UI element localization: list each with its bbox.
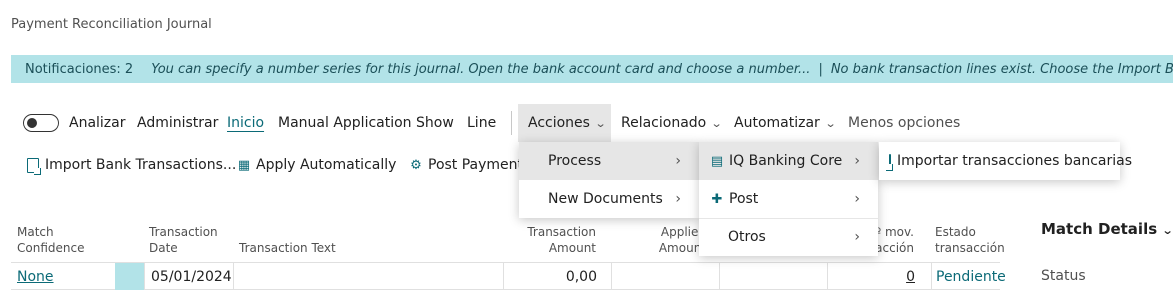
chevron-down-icon: ⌄ — [594, 116, 607, 130]
match-details-title[interactable]: Match Details ⌄ — [1041, 220, 1173, 238]
header-match-confidence-line1: Match — [17, 225, 54, 239]
menu-item-post-label: Post — [729, 191, 759, 207]
tab-manual-application[interactable]: Manual Application — [278, 104, 412, 142]
cell-transaction-date[interactable]: 05/01/2024 — [144, 263, 233, 290]
notification-message-1[interactable]: You can specify a number series for this… — [151, 62, 810, 77]
header-transaction-amount-line2: Amount — [548, 241, 596, 255]
chevron-right-icon: › — [854, 153, 860, 169]
action-bar: Analizar Administrar Inicio Manual Appli… — [0, 104, 1173, 142]
menu-item-iq-banking-core[interactable]: ▤ IQ Banking Core › — [699, 142, 878, 180]
apply-automatically-button[interactable]: ▦ Apply Automatically — [236, 146, 397, 184]
cell-transaction-amount[interactable]: 0,00 — [503, 263, 611, 290]
chevron-down-icon: ⌄ — [1161, 224, 1173, 237]
header-match-confidence[interactable]: Match Confidence — [17, 224, 84, 256]
menu-item-otros[interactable]: Otros › — [699, 218, 878, 256]
mov-transaccion-link[interactable]: 0 — [906, 269, 915, 285]
cell-estado[interactable]: Pendiente — [931, 263, 1006, 290]
tab-inicio[interactable]: Inicio — [227, 104, 264, 142]
process-submenu: ▤ IQ Banking Core › ✚ Post › Otros › — [699, 142, 878, 256]
post-payments-button[interactable]: ⚙ Post Payments — [408, 146, 530, 184]
document-import-icon — [886, 153, 893, 171]
acciones-menu: Process › New Documents › — [519, 142, 699, 218]
cell-match-confidence[interactable]: None — [17, 263, 54, 290]
chevron-right-icon: › — [675, 153, 681, 169]
cell-transaction-text[interactable] — [233, 263, 503, 290]
header-estado-transaccion-line1: Estado — [935, 225, 976, 239]
import-bank-transactions-label: Import Bank Transactions... — [45, 157, 237, 173]
tab-line[interactable]: Line — [467, 104, 496, 142]
header-transaction-amount[interactable]: Transaction Amount — [505, 224, 596, 256]
header-estado-transaccion[interactable]: Estado transacción — [935, 224, 1005, 256]
tab-show[interactable]: Show — [416, 104, 454, 142]
header-applied-amount[interactable]: Applied Amount — [612, 224, 706, 256]
menu-item-importar-transacciones[interactable]: Importar transacciones bancarias — [879, 142, 1132, 180]
header-transaction-date-line2: Date — [149, 241, 178, 255]
status-label: Status — [1041, 268, 1086, 284]
match-confidence-link[interactable]: None — [17, 269, 54, 285]
cell-applied-amount[interactable] — [611, 263, 719, 290]
header-estado-transaccion-line2: transacción — [935, 241, 1005, 255]
header-applied-amount-line2: Amount — [658, 241, 706, 255]
chevron-right-icon: › — [854, 229, 860, 245]
menu-relacionado[interactable]: Relacionado ⌄ — [621, 104, 723, 142]
chevron-right-icon: › — [675, 191, 681, 207]
notification-bar[interactable]: Notificaciones: 2 You can specify a numb… — [11, 55, 1173, 83]
notification-separator: | — [818, 61, 823, 77]
menu-item-process[interactable]: Process › — [519, 142, 699, 180]
menu-item-importar-transacciones-label: Importar transacciones bancarias — [897, 153, 1133, 169]
header-applied-amount-line1: Applied — [660, 225, 706, 239]
table-row[interactable]: None 05/01/2024 0,00 0 Pendiente — [11, 262, 1006, 290]
import-bank-transactions-button[interactable]: Import Bank Transactions... — [27, 146, 236, 184]
menu-item-otros-label: Otros — [728, 229, 766, 245]
cell-mov-transaccion[interactable]: 0 — [827, 263, 931, 290]
menu-item-new-documents[interactable]: New Documents › — [519, 180, 699, 218]
analyze-toggle[interactable] — [23, 114, 59, 132]
header-match-confidence-line2: Confidence — [17, 241, 85, 255]
menu-automatizar-label: Automatizar — [734, 115, 820, 131]
menu-relacionado-label: Relacionado — [621, 115, 707, 131]
header-transaction-date[interactable]: Transaction Date — [149, 224, 218, 256]
menu-automatizar[interactable]: Automatizar ⌄ — [734, 104, 837, 142]
match-icon: ▦ — [237, 157, 251, 173]
post-payments-icon: ⚙ — [410, 157, 422, 173]
menu-item-process-label: Process — [548, 153, 602, 169]
menu-acciones[interactable]: Acciones ⌄ — [528, 104, 607, 142]
tab-administrar[interactable]: Administrar — [137, 104, 218, 142]
post-payments-label: Post Payments — [428, 157, 531, 173]
apply-automatically-label: Apply Automatically — [256, 157, 397, 173]
row-selector[interactable] — [115, 263, 144, 290]
menu-item-new-documents-label: New Documents — [548, 191, 663, 207]
chevron-down-icon: ⌄ — [824, 116, 837, 130]
menu-item-post[interactable]: ✚ Post › — [699, 180, 878, 218]
menu-acciones-label: Acciones — [528, 115, 590, 131]
actionbar-divider — [511, 111, 512, 135]
header-transaction-date-line1: Transaction — [149, 225, 218, 239]
match-details-label: Match Details — [1041, 220, 1158, 238]
post-icon: ✚ — [711, 191, 723, 207]
document-import-icon — [27, 157, 41, 175]
analizar-label[interactable]: Analizar — [69, 104, 126, 142]
notification-message-2[interactable]: No bank transaction lines exist. Choose … — [831, 62, 1173, 77]
notification-count[interactable]: Notificaciones: 2 — [25, 62, 133, 77]
header-transaction-text[interactable]: Transaction Text — [239, 240, 336, 256]
toggle-knob-icon — [27, 118, 37, 128]
page-title: Payment Reconciliation Journal — [11, 17, 212, 32]
iq-banking-submenu: Importar transacciones bancarias — [879, 142, 1132, 180]
chevron-down-icon: ⌄ — [710, 116, 723, 130]
menos-opciones-button[interactable]: Menos opciones — [848, 104, 960, 142]
banking-icon: ▤ — [710, 153, 724, 169]
header-transaction-amount-line1: Transaction — [527, 225, 596, 239]
cell-empty[interactable] — [719, 263, 827, 290]
chevron-right-icon: › — [854, 191, 860, 207]
menu-item-iq-banking-core-label: IQ Banking Core — [729, 153, 843, 169]
